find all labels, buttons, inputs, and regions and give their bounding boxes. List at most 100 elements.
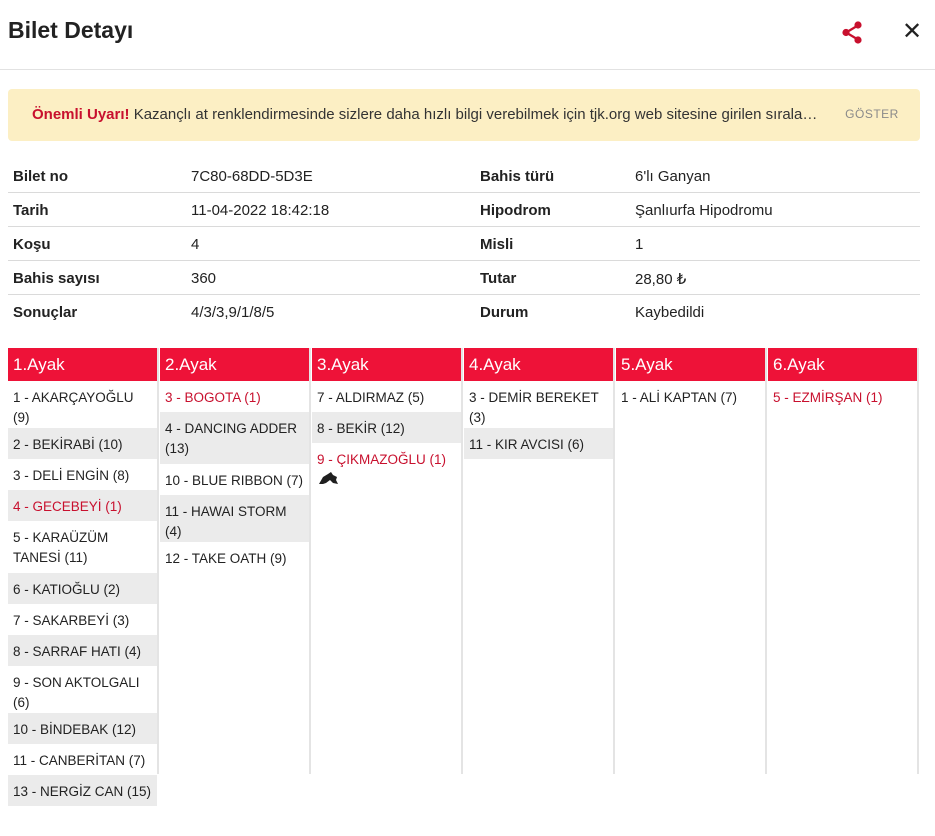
- info-value: 1: [635, 236, 644, 253]
- horse-label: 7 - ALDIRMAZ (5): [317, 390, 425, 405]
- horse-item: 9 - SON AKTOLGALI (6): [8, 666, 157, 713]
- share-icon: [842, 21, 862, 44]
- horse-label: 1 - ALİ KAPTAN (7): [621, 390, 738, 405]
- info-value: 7C80-68DD-5D3E: [191, 168, 313, 185]
- horse-item: 5 - EZMİRŞAN (1): [768, 381, 917, 412]
- leg-header: 4.Ayak: [464, 348, 613, 381]
- horse-label: 8 - BEKİR (12): [317, 421, 405, 436]
- info-value: Şanlıurfa Hipodromu: [635, 202, 773, 219]
- info-row: Bahis sayısı 360 Tutar 28,80 ₺: [8, 261, 920, 295]
- warning-text: Önemli Uyarı! Kazançlı at renklendirmesi…: [32, 106, 822, 123]
- page-title: Bilet Detayı: [8, 17, 134, 43]
- leg-column: 5.Ayak 1 - ALİ KAPTAN (7): [616, 348, 767, 774]
- jockey-silk-icon: [319, 472, 338, 484]
- leg-header: 6.Ayak: [768, 348, 917, 381]
- leg-column: 4.Ayak 3 - DEMİR BEREKET (3) 11 - KIR AVCI…: [464, 348, 615, 774]
- horse-item: 3 - DELİ ENGİN (8): [8, 459, 157, 490]
- ticket-info-table: Bilet no 7C80-68DD-5D3E Bahis türü 6'lı Gan…: [8, 159, 920, 329]
- info-label: Bahis türü: [480, 168, 555, 185]
- horse-item: 2 - BEKİRABİ (10): [8, 428, 157, 459]
- info-label: Hipodrom: [480, 202, 551, 219]
- horse-label: 11 - HAWAI STORM (4): [165, 504, 287, 539]
- info-label: Tutar: [480, 270, 517, 287]
- leg-horse-list: 5 - EZMİRŞAN (1): [768, 381, 917, 412]
- horse-label: 11 - KIR AVCISI (6): [469, 437, 585, 452]
- info-row: Sonuçlar 4/3/3,9/1/8/5 Durum Kaybedildi: [8, 295, 920, 329]
- info-row: Koşu 4 Misli 1: [8, 227, 920, 261]
- modal-header: Bilet Detayı ✕: [0, 0, 935, 70]
- leg-column: 2.Ayak 3 - BOGOTA (1) 4 - DANCING ADDER (1…: [160, 348, 311, 774]
- info-value: 4: [191, 236, 200, 253]
- horse-label: 3 - DELİ ENGİN (8): [13, 468, 130, 483]
- horse-label: 5 - KARAÜZÜM TANESİ (11): [13, 530, 109, 565]
- info-value: 360: [191, 270, 217, 287]
- info-value: 4/3/3,9/1/8/5: [191, 304, 275, 321]
- horse-item: 12 - TAKE OATH (9): [160, 542, 309, 573]
- horse-label: 6 - KATIOĞLU (2): [13, 582, 121, 597]
- warning-banner: Önemli Uyarı! Kazançlı at renklendirmesi…: [8, 89, 920, 141]
- share-button[interactable]: [838, 19, 866, 47]
- horse-label: 3 - DEMİR BEREKET (3): [469, 390, 599, 425]
- warning-message: Kazançlı at renklendirmesinde sizlere da…: [129, 106, 818, 123]
- horse-item: 7 - ALDIRMAZ (5): [312, 381, 461, 412]
- close-icon[interactable]: ✕: [900, 19, 924, 45]
- leg-header: 2.Ayak: [160, 348, 309, 381]
- horse-label: 11 - CANBERİTAN (7): [13, 753, 146, 768]
- horse-label: 8 - SARRAF HATI (4): [13, 644, 142, 659]
- horse-item: 6 - KATIOĞLU (2): [8, 573, 157, 604]
- info-value: 6'lı Ganyan: [635, 168, 711, 185]
- horse-item: 1 - AKARÇAYOĞLU (9): [8, 381, 157, 428]
- leg-horse-list: 7 - ALDIRMAZ (5) 8 - BEKİR (12) 9 - ÇIKMAZ…: [312, 381, 461, 485]
- info-value: 28,80 ₺: [635, 271, 687, 288]
- horse-label: 10 - BLUE RIBBON (7): [165, 473, 304, 488]
- info-label: Bahis sayısı: [13, 270, 100, 287]
- leg-column: 6.Ayak 5 - EZMİRŞAN (1): [768, 348, 919, 774]
- horse-label: 9 - SON AKTOLGALI (6): [13, 675, 140, 710]
- leg-column: 3.Ayak 7 - ALDIRMAZ (5) 8 - BEKİR (12) 9 - …: [312, 348, 463, 774]
- leg-horse-list: 1 - AKARÇAYOĞLU (9) 2 - BEKİRABİ (10) 3 - …: [8, 381, 157, 806]
- info-label: Durum: [480, 304, 529, 321]
- info-label: Misli: [480, 236, 514, 253]
- horse-label: 7 - SAKARBEYİ (3): [13, 613, 130, 628]
- horse-item: 3 - DEMİR BEREKET (3): [464, 381, 613, 428]
- horse-item: 7 - SAKARBEYİ (3): [8, 604, 157, 635]
- info-value: Kaybedildi: [635, 304, 705, 321]
- leg-header: 3.Ayak: [312, 348, 461, 381]
- warning-title: Önemli Uyarı!: [32, 106, 130, 123]
- leg-horse-list: 3 - DEMİR BEREKET (3) 11 - KIR AVCISI (6): [464, 381, 613, 459]
- info-row: Tarih 11-04-2022 18:42:18 Hipodrom Şanlıurf…: [8, 193, 920, 227]
- horse-item: 13 - NERGİZ CAN (15): [8, 775, 157, 806]
- horse-item: 1 - ALİ KAPTAN (7): [616, 381, 765, 412]
- horse-item: 3 - BOGOTA (1): [160, 381, 309, 412]
- legs-grid: 1.Ayak 1 - AKARÇAYOĞLU (9) 2 - BEKİRABİ (1…: [8, 348, 920, 806]
- info-label: Tarih: [13, 202, 49, 219]
- horse-label: 4 - GECEBEYİ (1): [13, 499, 122, 514]
- horse-item: 4 - DANCING ADDER (13): [160, 412, 309, 464]
- horse-item: 11 - HAWAI STORM (4): [160, 495, 309, 542]
- info-label: Bilet no: [13, 168, 68, 185]
- horse-item: 11 - KIR AVCISI (6): [464, 428, 613, 459]
- horse-label: 9 - ÇIKMAZOĞLU (1): [317, 452, 447, 467]
- horse-item: 5 - KARAÜZÜM TANESİ (11): [8, 521, 157, 573]
- leg-horse-list: 3 - BOGOTA (1) 4 - DANCING ADDER (13) 10 -…: [160, 381, 309, 573]
- horse-item: 4 - GECEBEYİ (1): [8, 490, 157, 521]
- leg-horse-list: 1 - ALİ KAPTAN (7): [616, 381, 765, 412]
- horse-item: 10 - BİNDEBAK (12): [8, 713, 157, 744]
- info-label: Koşu: [13, 236, 51, 253]
- horse-label: 13 - NERGİZ CAN (15): [13, 784, 152, 799]
- horse-label: 12 - TAKE OATH (9): [165, 551, 287, 566]
- leg-header: 5.Ayak: [616, 348, 765, 381]
- info-row: Bilet no 7C80-68DD-5D3E Bahis türü 6'lı Gan…: [8, 159, 920, 193]
- info-value: 11-04-2022 18:42:18: [191, 202, 330, 219]
- horse-label: 2 - BEKİRABİ (10): [13, 437, 123, 452]
- horse-label: 3 - BOGOTA (1): [165, 390, 261, 405]
- horse-item: 9 - ÇIKMAZOĞLU (1): [312, 443, 461, 485]
- horse-label: 4 - DANCING ADDER (13): [165, 421, 298, 456]
- horse-label: 10 - BİNDEBAK (12): [13, 722, 137, 737]
- horse-item: 11 - CANBERİTAN (7): [8, 744, 157, 775]
- horse-label: 5 - EZMİRŞAN (1): [773, 390, 883, 405]
- info-label: Sonuçlar: [13, 304, 78, 321]
- leg-column: 1.Ayak 1 - AKARÇAYOĞLU (9) 2 - BEKİRABİ (1…: [8, 348, 159, 806]
- show-button[interactable]: GÖSTER: [834, 107, 910, 121]
- horse-item: 8 - SARRAF HATI (4): [8, 635, 157, 666]
